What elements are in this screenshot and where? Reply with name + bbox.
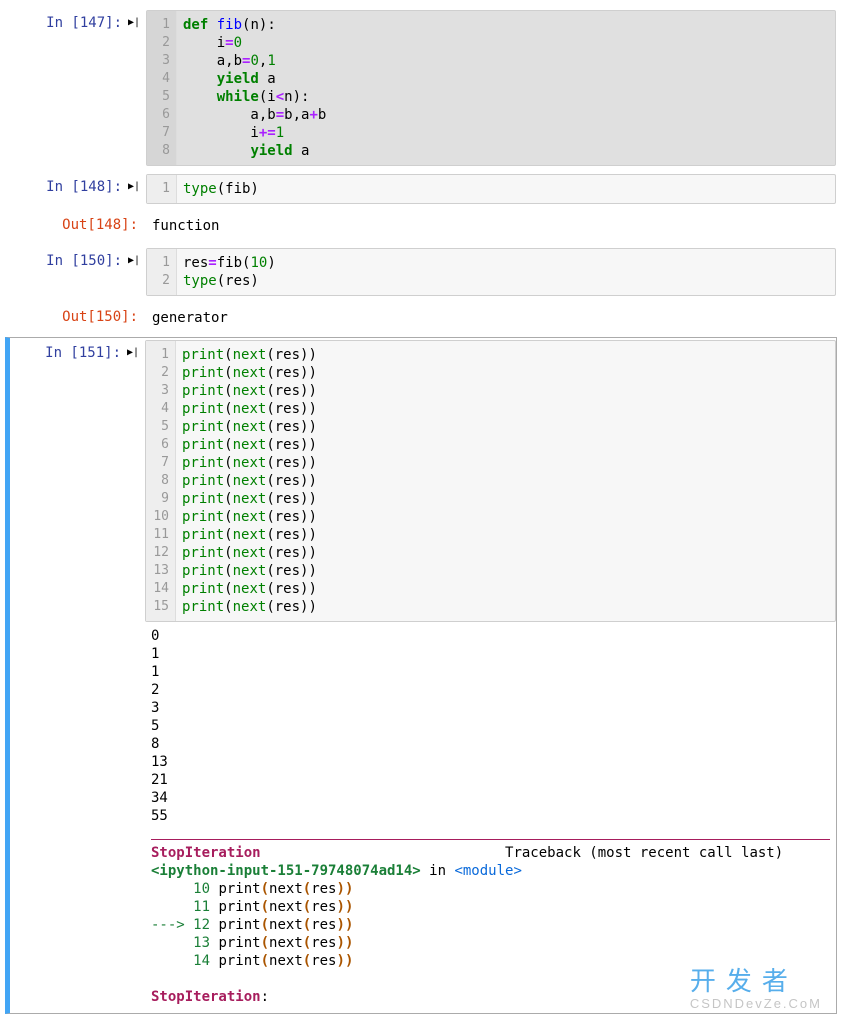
code-input[interactable]: 12res=fib(10) type(res)	[146, 248, 836, 296]
in-prompt: In [148]:▶|	[11, 174, 146, 204]
code-input[interactable]: 12345678def fib(n): i=0 a,b=0,1 yield a …	[146, 10, 836, 166]
output-cell: Out[150]:generator	[5, 301, 837, 335]
run-cell-icon[interactable]: ▶|	[128, 17, 138, 28]
in-prompt: In [147]:▶|	[11, 10, 146, 166]
out-prompt: Out[148]:	[11, 212, 146, 240]
code-cell[interactable]: In [150]:▶|12res=fib(10) type(res)	[5, 245, 837, 299]
code-cell[interactable]: In [147]:▶|12345678def fib(n): i=0 a,b=0…	[5, 7, 837, 169]
code-input[interactable]: 123456789101112131415print(next(res)) pr…	[145, 340, 836, 622]
code-cell[interactable]: In [151]:▶|123456789101112131415print(ne…	[5, 337, 837, 1014]
code-text[interactable]: print(next(res)) print(next(res)) print(…	[176, 341, 835, 621]
code-text[interactable]: res=fib(10) type(res)	[177, 249, 835, 295]
in-prompt: In [151]:▶|	[10, 340, 145, 1011]
in-prompt: In [150]:▶|	[11, 248, 146, 296]
code-input[interactable]: 1type(fib)	[146, 174, 836, 204]
code-cell[interactable]: In [148]:▶|1type(fib)	[5, 171, 837, 207]
code-text[interactable]: def fib(n): i=0 a,b=0,1 yield a while(i<…	[177, 11, 835, 165]
line-gutter: 12	[147, 249, 177, 295]
output-cell: Out[148]:function	[5, 209, 837, 243]
output-text: function	[146, 212, 836, 240]
run-cell-icon[interactable]: ▶|	[128, 255, 138, 266]
traceback: StopIteration Traceback (most recent cal…	[145, 830, 836, 1011]
line-gutter: 12345678	[147, 11, 177, 165]
notebook[interactable]: In [147]:▶|12345678def fib(n): i=0 a,b=0…	[5, 7, 837, 1014]
output-text: generator	[146, 304, 836, 332]
out-prompt: Out[150]:	[11, 304, 146, 332]
line-gutter: 123456789101112131415	[146, 341, 176, 621]
run-cell-icon[interactable]: ▶|	[128, 181, 138, 192]
line-gutter: 1	[147, 175, 177, 203]
stdout: 0 1 1 2 3 5 8 13 21 34 55	[145, 622, 836, 830]
code-text[interactable]: type(fib)	[177, 175, 835, 203]
run-cell-icon[interactable]: ▶|	[127, 347, 137, 358]
